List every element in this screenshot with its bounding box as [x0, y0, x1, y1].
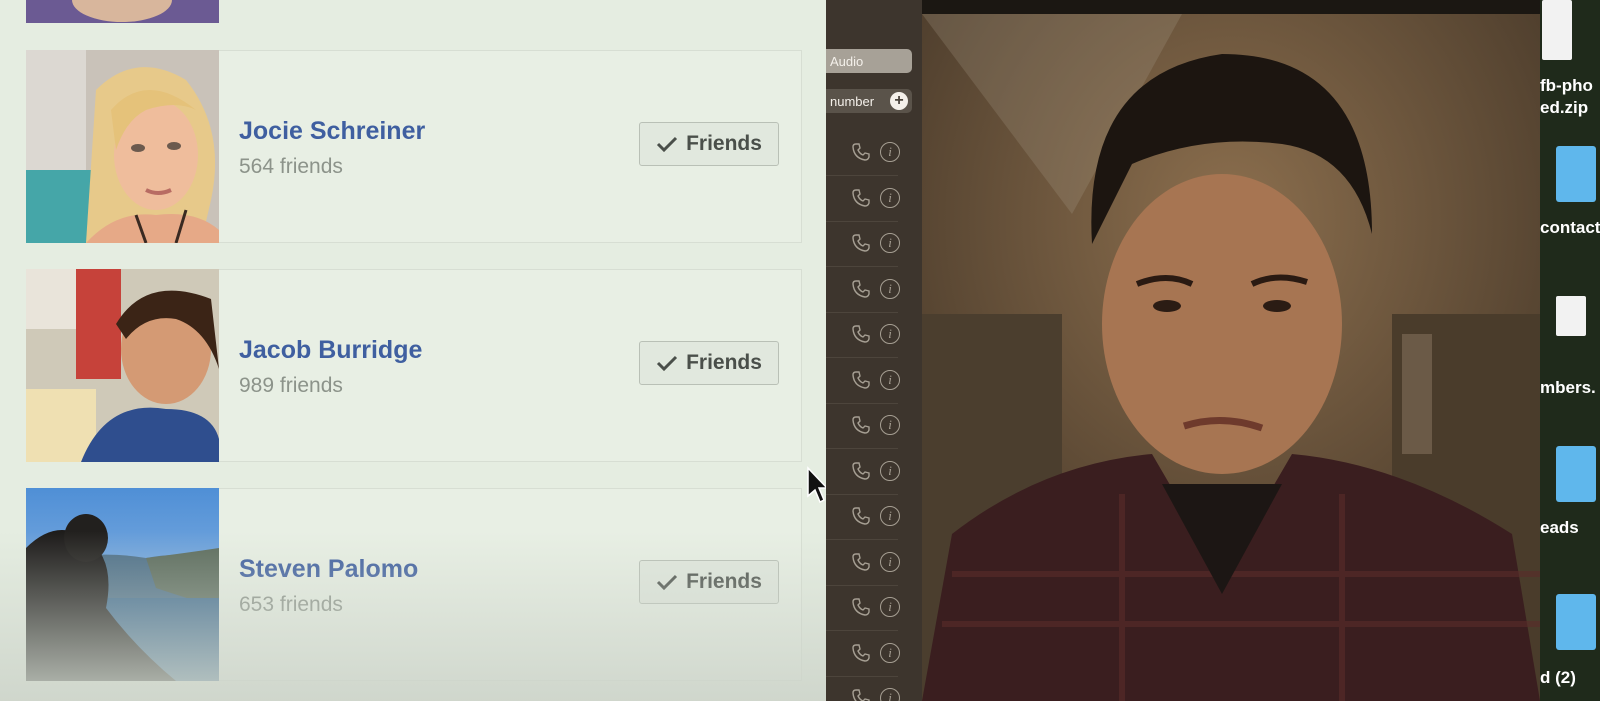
info-icon[interactable]: i [880, 415, 900, 435]
friends-button-label: Friends [686, 351, 762, 374]
desktop-file-label[interactable]: fb-pho [1540, 76, 1593, 96]
info-icon[interactable]: i [880, 278, 900, 299]
check-icon [657, 136, 678, 153]
friends-list-panel: Jocie Schreiner 564 friends Friends Jaco… [0, 0, 826, 701]
desktop-area: fb-pho ed.zip contact mbers. eads d (2) [1540, 0, 1600, 701]
call-row: i [826, 540, 900, 586]
friend-count: 653 friends [239, 593, 343, 616]
phone-icon[interactable] [852, 689, 870, 701]
info-icon[interactable]: i [880, 187, 900, 208]
phone-icon[interactable] [852, 552, 870, 571]
phone-icon[interactable] [852, 507, 870, 525]
friend-name-link[interactable]: Steven Palomo [239, 555, 418, 584]
info-icon[interactable]: i [880, 688, 900, 701]
friend-card-jocie: Jocie Schreiner 564 friends Friends [26, 50, 802, 243]
friends-button[interactable]: Friends [639, 122, 779, 166]
desktop-folder-label[interactable]: d (2) [1540, 668, 1576, 688]
friend-count: 564 friends [239, 155, 343, 178]
phone-icon[interactable] [852, 370, 870, 389]
number-label: number [830, 93, 875, 109]
call-row: i [826, 176, 900, 222]
call-row: i [826, 631, 900, 677]
phone-icon[interactable] [852, 416, 870, 434]
document-icon[interactable] [1542, 0, 1572, 60]
desktop-folder-label[interactable]: contact [1540, 218, 1600, 238]
friend-photo[interactable] [26, 269, 219, 462]
phone-icon[interactable] [852, 279, 870, 298]
call-row: i [826, 494, 900, 540]
friend-photo[interactable] [26, 50, 219, 243]
info-icon[interactable]: i [880, 551, 900, 572]
friend-card-jacob: Jacob Burridge 989 friends Friends [26, 269, 802, 462]
folder-icon[interactable] [1556, 594, 1596, 650]
call-row: i [826, 358, 900, 404]
phone-icon[interactable] [852, 234, 870, 252]
info-icon[interactable]: i [880, 506, 900, 526]
phone-icon[interactable] [852, 461, 870, 480]
info-icon[interactable]: i [880, 324, 900, 344]
info-icon[interactable]: i [880, 642, 900, 663]
friend-name-link[interactable]: Jacob Burridge [239, 336, 422, 365]
phone-icon[interactable] [852, 188, 870, 207]
desktop-file-label[interactable]: mbers. [1540, 378, 1596, 398]
call-row: i [826, 449, 900, 495]
cursor-icon [807, 466, 826, 504]
call-row: i [826, 221, 900, 267]
folder-icon[interactable] [1556, 446, 1596, 502]
check-icon [657, 355, 678, 372]
friends-button-label: Friends [686, 570, 762, 593]
check-icon [657, 574, 678, 591]
document-icon[interactable] [1556, 296, 1586, 336]
partial-friend-photo[interactable] [26, 0, 219, 23]
call-row: i [826, 403, 900, 449]
call-row: i [826, 267, 900, 313]
call-row: i [826, 676, 900, 701]
video-call-feed [922, 14, 1540, 701]
friend-photo[interactable] [26, 488, 219, 681]
audio-label: Audio [830, 53, 864, 69]
info-icon[interactable]: i [880, 142, 900, 162]
call-row: i [826, 585, 900, 631]
phone-icon[interactable] [852, 325, 870, 343]
call-row: i [826, 130, 900, 176]
friends-button-label: Friends [686, 132, 762, 155]
friends-button[interactable]: Friends [639, 341, 779, 385]
info-icon[interactable]: i [880, 460, 900, 481]
call-list-panel: Audio number + i i i i i i i i i i i i i [826, 0, 922, 701]
call-row: i [826, 312, 900, 358]
folder-icon[interactable] [1556, 146, 1596, 202]
add-number-button[interactable]: number + [826, 89, 912, 113]
info-icon[interactable]: i [880, 233, 900, 253]
plus-icon[interactable]: + [890, 92, 908, 110]
friend-count: 989 friends [239, 374, 343, 397]
desktop-folder-label[interactable]: eads [1540, 518, 1579, 538]
audio-button[interactable]: Audio [826, 49, 912, 73]
phone-icon[interactable] [852, 143, 870, 161]
phone-icon[interactable] [852, 598, 870, 616]
phone-icon[interactable] [852, 643, 870, 662]
desktop-file-label[interactable]: ed.zip [1540, 98, 1588, 118]
friend-name-link[interactable]: Jocie Schreiner [239, 117, 425, 146]
info-icon[interactable]: i [880, 597, 900, 617]
info-icon[interactable]: i [880, 369, 900, 390]
friends-button[interactable]: Friends [639, 560, 779, 604]
video-frame [922, 14, 1540, 701]
friend-card-steven: Steven Palomo 653 friends Friends [26, 488, 802, 681]
